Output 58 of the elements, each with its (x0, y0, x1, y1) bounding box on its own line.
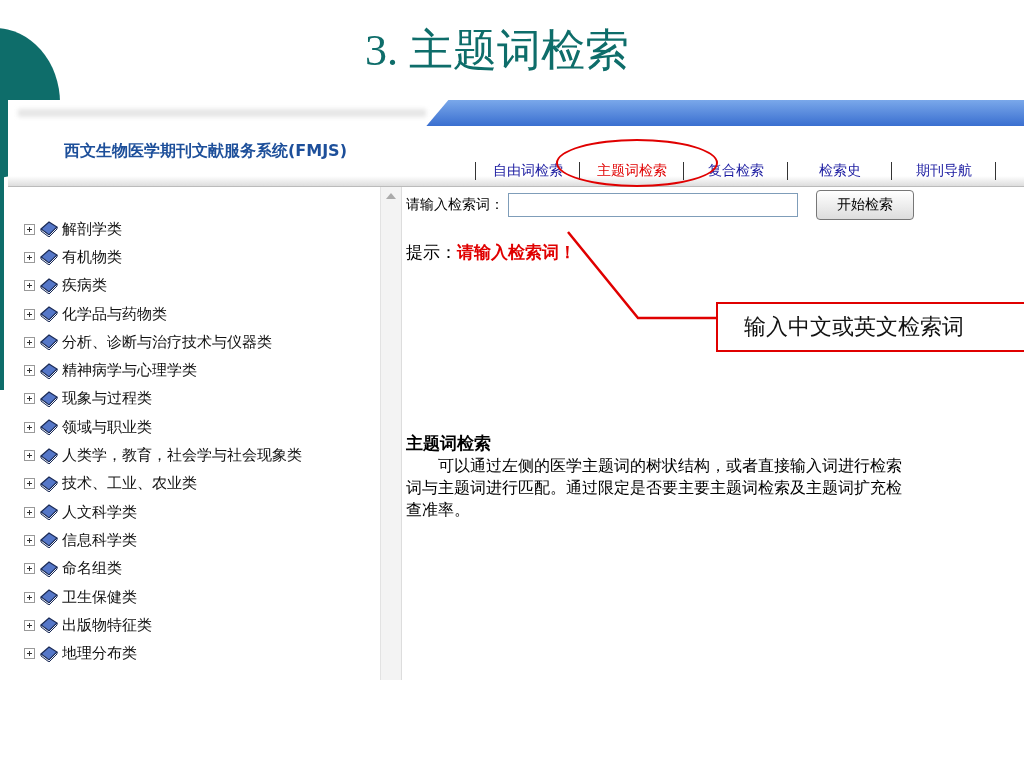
book-icon (39, 504, 59, 521)
book-icon (39, 645, 59, 662)
expand-icon[interactable] (24, 591, 35, 603)
book-icon (39, 277, 59, 294)
tree-item[interactable]: 卫生保健类 (62, 587, 137, 607)
tree-item[interactable]: 有机物类 (62, 247, 122, 267)
tree-item[interactable]: 现象与过程类 (62, 389, 152, 409)
book-icon (39, 419, 59, 436)
book-icon (39, 249, 59, 266)
tree-item[interactable]: 精神病学与心理学类 (62, 361, 197, 381)
tree-item[interactable]: 分析、诊断与治疗技术与仪器类 (62, 332, 272, 352)
book-icon (39, 362, 59, 379)
expand-icon[interactable] (24, 280, 35, 292)
tree-item[interactable]: 技术、工业、农业类 (62, 474, 197, 494)
expand-icon[interactable] (24, 421, 35, 433)
tree-item[interactable]: 命名组类 (62, 559, 122, 579)
expand-icon[interactable] (24, 336, 35, 348)
book-icon (39, 560, 59, 577)
tree-item[interactable]: 出版物特征类 (62, 615, 152, 635)
tree-item[interactable]: 信息科学类 (62, 530, 137, 550)
expand-icon[interactable] (24, 648, 35, 660)
tree-item[interactable]: 人文科学类 (62, 502, 137, 522)
book-icon (39, 334, 59, 351)
book-icon (39, 390, 59, 407)
expand-icon[interactable] (24, 563, 35, 575)
site-title: 西文生物医学期刊文献服务系统(FMJS) (64, 140, 347, 162)
expand-icon[interactable] (24, 393, 35, 405)
book-icon (39, 532, 59, 549)
callout-box: 输入中文或英文检索词 (716, 302, 1024, 352)
slide-title: 3. 主题词检索 (364, 24, 630, 77)
hint-label: 提示： (406, 242, 457, 262)
help-text: 可以通过左侧的医学主题词的树状结构，或者直接输入词进行检索 词与主题词进行匹配。通过限定是否要主要主题词检索及主题词扩充检 查准率。 (406, 455, 903, 521)
expand-icon[interactable] (24, 251, 35, 263)
expand-icon[interactable] (24, 308, 35, 320)
search-button[interactable]: 开始检索 (816, 190, 914, 220)
expand-icon[interactable] (24, 619, 35, 631)
expand-icon[interactable] (24, 478, 35, 490)
expand-icon[interactable] (24, 223, 35, 235)
help-heading: 主题词检索 (406, 432, 492, 455)
tree-item[interactable]: 人类学，教育，社会学与社会现象类 (62, 446, 302, 465)
search-field[interactable] (508, 193, 798, 217)
expand-icon[interactable] (24, 450, 35, 461)
tree-item[interactable]: 地理分布类 (62, 644, 137, 664)
hint-message: 请输入检索词！ (457, 242, 576, 262)
book-icon (39, 447, 59, 464)
tree-item[interactable]: 化学品与药物类 (62, 304, 167, 324)
book-icon (39, 589, 59, 605)
tree-item[interactable]: 解剖学类 (62, 219, 122, 239)
search-label: 请输入检索词： (406, 196, 504, 214)
expand-icon[interactable] (24, 534, 35, 546)
tree-item[interactable]: 领域与职业类 (62, 417, 152, 437)
book-icon (39, 221, 59, 238)
expand-icon[interactable] (24, 365, 35, 377)
expand-icon[interactable] (24, 506, 35, 518)
tree-item[interactable]: 疾病类 (62, 276, 107, 296)
book-icon (39, 475, 59, 492)
book-icon (39, 306, 59, 323)
book-icon (39, 617, 59, 634)
